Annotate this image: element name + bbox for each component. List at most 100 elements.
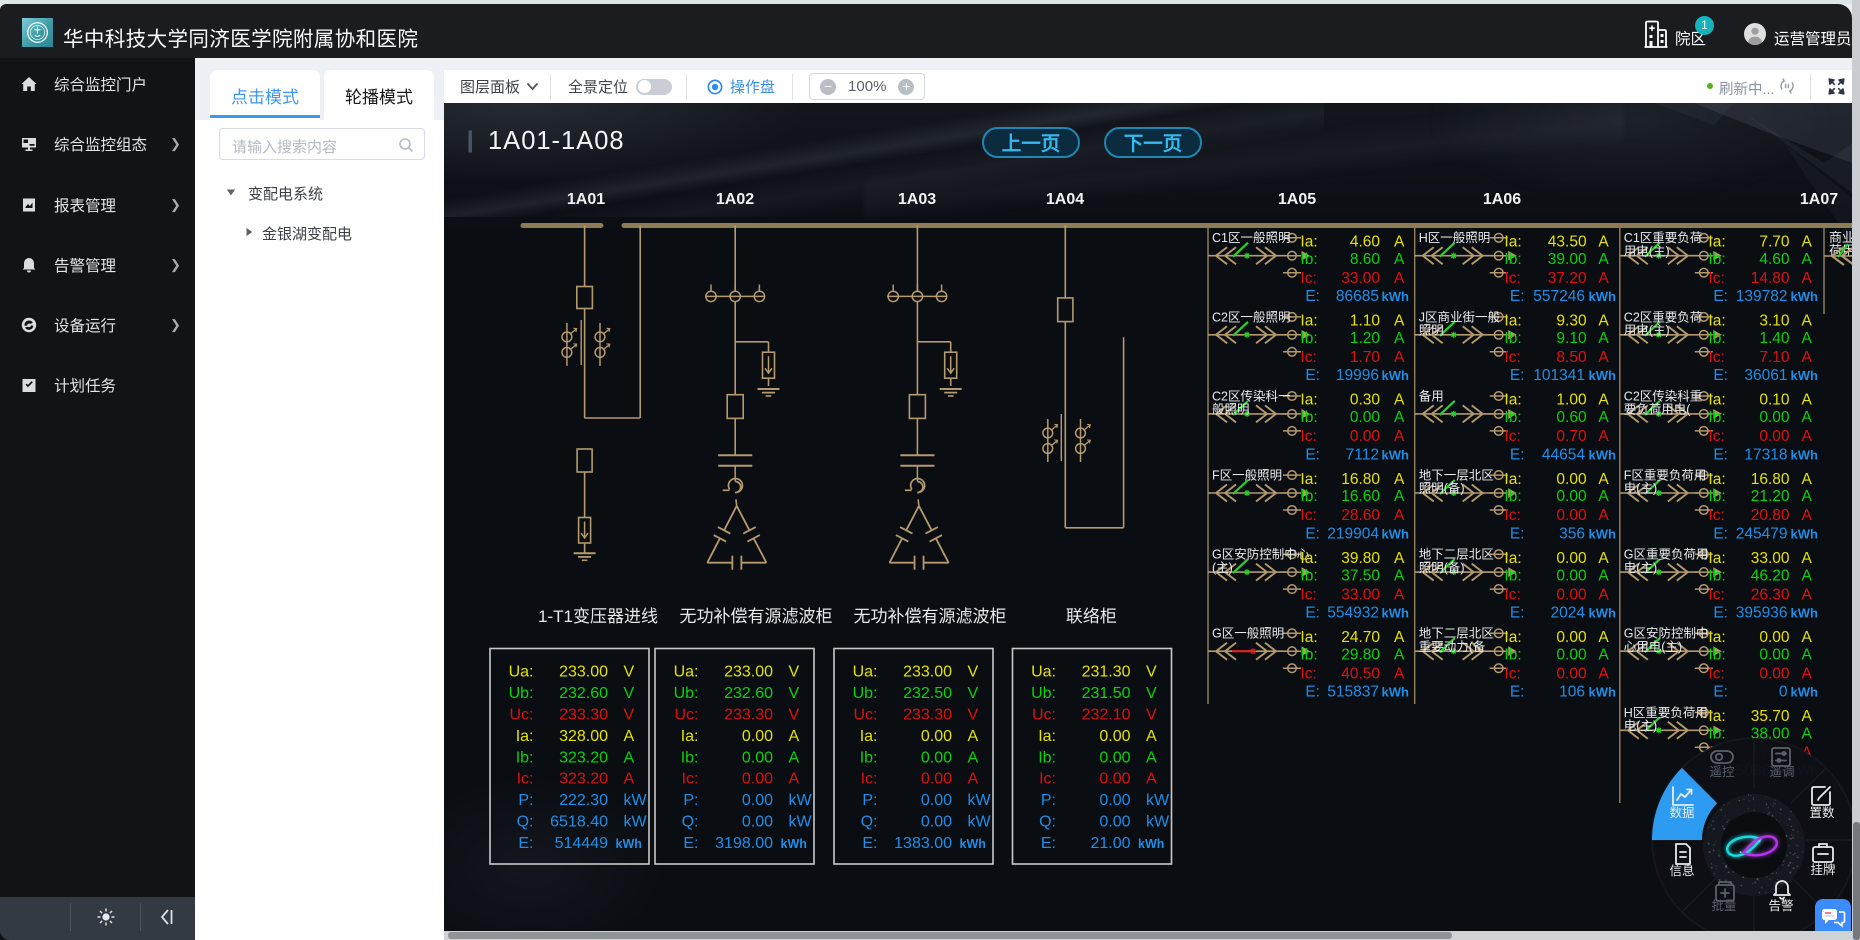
svg-text:P:: P:: [683, 792, 698, 809]
svg-text:A: A: [624, 749, 635, 766]
svg-text:0: 0: [1779, 684, 1788, 701]
svg-text:Ub:: Ub:: [674, 685, 699, 702]
svg-text:A: A: [1598, 428, 1609, 445]
svg-text:E:: E:: [1713, 605, 1728, 622]
svg-text:1-T1变压器进线: 1-T1变压器进线: [538, 607, 658, 626]
svg-text:Ia:: Ia:: [1708, 629, 1725, 646]
svg-text:V: V: [624, 664, 635, 681]
svg-text:0.00: 0.00: [1556, 507, 1587, 524]
svg-text:无功补偿有源滤波柜: 无功补偿有源滤波柜: [854, 607, 1007, 626]
svg-text:39.80: 39.80: [1341, 550, 1380, 567]
svg-text:0.00: 0.00: [1556, 646, 1587, 663]
svg-text:A: A: [1394, 392, 1405, 409]
svg-text:36061: 36061: [1744, 367, 1787, 384]
svg-text:上一页: 上一页: [1002, 133, 1061, 155]
svg-text:6518.40: 6518.40: [550, 814, 608, 831]
svg-text:A: A: [1394, 409, 1405, 426]
svg-text:557246: 557246: [1533, 288, 1585, 305]
svg-text:用电(主): 用电(主): [1624, 324, 1670, 338]
svg-text:A: A: [1598, 665, 1609, 682]
svg-text:Ib:: Ib:: [1300, 646, 1317, 663]
svg-text:A: A: [1394, 629, 1405, 646]
svg-text:kW: kW: [1146, 814, 1170, 831]
svg-text:Ib:: Ib:: [860, 749, 878, 766]
svg-text:A: A: [1802, 330, 1813, 347]
svg-text:kWh: kWh: [1791, 685, 1819, 700]
svg-text:Q:: Q:: [1039, 814, 1056, 831]
svg-text:A: A: [1146, 728, 1157, 745]
svg-text:323.20: 323.20: [559, 771, 608, 788]
svg-text:328.00: 328.00: [559, 728, 608, 745]
svg-text:E:: E:: [1305, 367, 1320, 384]
svg-text:A: A: [1394, 270, 1405, 287]
svg-text:Ia:: Ia:: [860, 728, 878, 745]
svg-text:A: A: [1598, 488, 1609, 505]
svg-text:Ic:: Ic:: [861, 771, 878, 788]
svg-text:0.00: 0.00: [1556, 665, 1587, 682]
svg-text:232.60: 232.60: [724, 685, 773, 702]
svg-text:A: A: [1394, 330, 1405, 347]
svg-text:16.80: 16.80: [1341, 471, 1380, 488]
svg-text:Ia:: Ia:: [1708, 550, 1725, 567]
svg-text:A: A: [1394, 586, 1405, 603]
svg-text:Ib:: Ib:: [1708, 251, 1725, 268]
svg-text:Ic:: Ic:: [517, 771, 534, 788]
svg-text:kWh: kWh: [1791, 447, 1819, 462]
svg-text:下一页: 下一页: [1124, 133, 1183, 155]
svg-text:7112: 7112: [1346, 446, 1379, 463]
svg-text:0.00: 0.00: [1099, 728, 1130, 745]
svg-text:0.00: 0.00: [921, 771, 952, 788]
svg-text:Ic:: Ic:: [1708, 586, 1724, 603]
svg-text:A: A: [1598, 646, 1609, 663]
svg-text:照明(备): 照明(备): [1419, 561, 1465, 575]
svg-text:Ia:: Ia:: [1504, 629, 1521, 646]
svg-text:置数: 置数: [1809, 805, 1835, 820]
svg-text:C2区一般照明: C2区一般照明: [1212, 309, 1290, 324]
svg-text:395936: 395936: [1736, 605, 1788, 622]
svg-text:C2区传染科重: C2区传染科重: [1624, 388, 1702, 403]
svg-text:A: A: [1394, 313, 1405, 330]
svg-text:kWh: kWh: [1589, 526, 1617, 541]
svg-text:Ic:: Ic:: [1708, 665, 1724, 682]
svg-text:E:: E:: [1305, 446, 1320, 463]
svg-text:16.80: 16.80: [1751, 471, 1790, 488]
svg-text:86685: 86685: [1336, 288, 1379, 305]
svg-text:V: V: [968, 664, 979, 681]
svg-text:7.70: 7.70: [1759, 234, 1790, 251]
svg-text:A: A: [1802, 629, 1813, 646]
svg-text:V: V: [624, 685, 635, 702]
svg-text:0.00: 0.00: [1099, 814, 1130, 831]
svg-text:E:: E:: [1510, 446, 1525, 463]
svg-text:kW: kW: [789, 814, 813, 831]
svg-text:554932: 554932: [1327, 605, 1379, 622]
svg-text:A: A: [1802, 409, 1813, 426]
svg-text:26.30: 26.30: [1751, 586, 1790, 603]
svg-text:A: A: [1802, 507, 1813, 524]
svg-text:E:: E:: [1510, 367, 1525, 384]
svg-text:kWh: kWh: [1382, 447, 1410, 462]
svg-text:C2区传染科一: C2区传染科一: [1212, 388, 1290, 403]
svg-text:A: A: [624, 771, 635, 788]
svg-text:A: A: [1394, 428, 1405, 445]
svg-text:Ua:: Ua:: [509, 664, 534, 681]
svg-text:1A01-1A08: 1A01-1A08: [488, 127, 625, 155]
svg-text:233.00: 233.00: [724, 664, 773, 681]
svg-text:8.50: 8.50: [1556, 349, 1587, 366]
svg-text:遥控: 遥控: [1709, 765, 1735, 779]
svg-text:0.00: 0.00: [1759, 428, 1790, 445]
svg-text:A: A: [1394, 349, 1405, 366]
svg-text:Ub:: Ub:: [509, 685, 534, 702]
svg-text:Uc:: Uc:: [1032, 706, 1056, 723]
svg-text:1A02: 1A02: [716, 191, 754, 208]
svg-text:1A04: 1A04: [1046, 191, 1084, 208]
svg-text:0.00: 0.00: [1759, 629, 1790, 646]
svg-text:43.50: 43.50: [1548, 234, 1587, 251]
svg-text:遥调: 遥调: [1769, 765, 1794, 779]
svg-text:Ic:: Ic:: [1039, 771, 1056, 788]
svg-text:批量: 批量: [1711, 898, 1736, 913]
svg-text:要负荷用电(: 要负荷用电(: [1624, 403, 1692, 417]
svg-text:1A03: 1A03: [898, 191, 936, 208]
svg-text:A: A: [1394, 488, 1405, 505]
svg-text:Ib:: Ib:: [1300, 330, 1317, 347]
svg-text:C1区重要负荷: C1区重要负荷: [1624, 230, 1702, 245]
